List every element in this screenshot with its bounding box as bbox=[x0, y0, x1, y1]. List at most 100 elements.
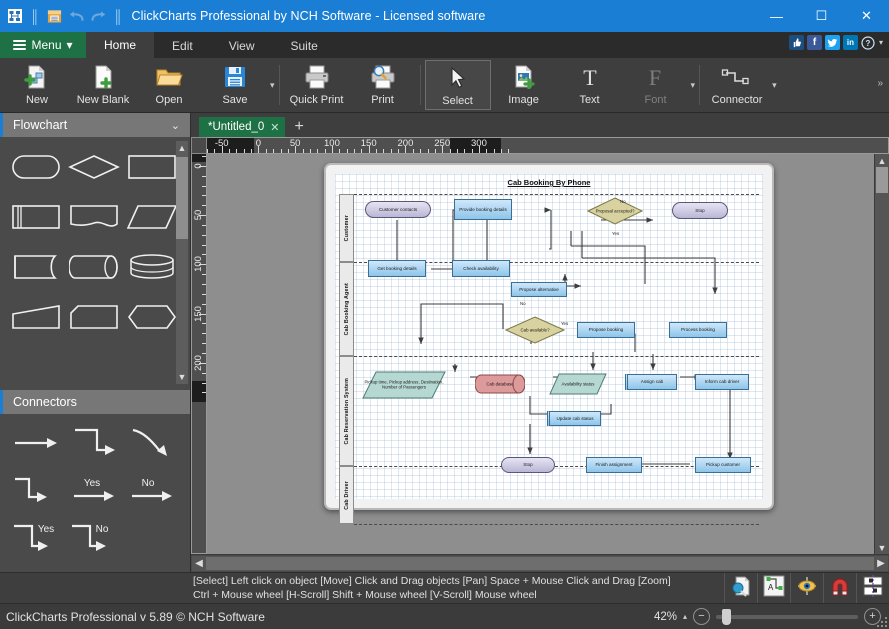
node-cab-database[interactable]: Cab database bbox=[474, 374, 526, 394]
node-pickup-customer[interactable]: Pickup customer bbox=[695, 457, 751, 473]
scroll-up-icon[interactable]: ▲ bbox=[875, 154, 889, 167]
connectors-panel-header[interactable]: Connectors bbox=[0, 390, 190, 414]
text-button[interactable]: T Text bbox=[557, 60, 623, 110]
align-distribute-button[interactable] bbox=[856, 573, 889, 603]
shape-database[interactable] bbox=[126, 245, 178, 289]
zoom-slider[interactable] bbox=[716, 608, 858, 625]
font-button[interactable]: F Font bbox=[623, 60, 689, 110]
connector-button[interactable]: Connector bbox=[704, 60, 770, 110]
chevron-down-icon[interactable]: ▾ bbox=[879, 38, 883, 47]
node-provide-booking-details[interactable]: Provide booking details bbox=[454, 199, 512, 220]
connector-straight-no[interactable]: No bbox=[124, 468, 180, 514]
tab-suite[interactable]: Suite bbox=[273, 34, 336, 58]
zoom-level-label[interactable]: 42% bbox=[654, 611, 677, 623]
shape-document[interactable] bbox=[68, 195, 120, 239]
scroll-down-icon[interactable]: ▼ bbox=[176, 370, 188, 384]
scroll-up-icon[interactable]: ▲ bbox=[176, 141, 188, 155]
connector-step-yes[interactable]: Yes bbox=[8, 516, 64, 562]
maximize-button[interactable]: ☐ bbox=[799, 0, 844, 32]
vertical-ruler[interactable]: 0 50 100 150 200 bbox=[191, 154, 207, 554]
scrollbar-thumb[interactable] bbox=[176, 157, 188, 239]
snap-magnet-button[interactable] bbox=[823, 573, 856, 603]
scroll-right-icon[interactable]: ▶ bbox=[874, 556, 888, 571]
flowchart-diagram[interactable]: Cab Booking By Phone Customer Cab Bookin… bbox=[335, 174, 763, 525]
scrollbar-thumb[interactable] bbox=[206, 557, 874, 570]
flowchart-panel-header[interactable]: Flowchart ⌄ bbox=[0, 113, 190, 137]
facebook-icon[interactable]: f bbox=[806, 35, 822, 50]
canvas[interactable]: Cab Booking By Phone Customer Cab Bookin… bbox=[207, 154, 874, 554]
zoom-slider-knob[interactable] bbox=[722, 608, 731, 625]
horizontal-ruler[interactable]: -50 0 50 100 150 200 250 300 bbox=[207, 137, 889, 154]
undo-icon[interactable] bbox=[66, 6, 86, 26]
close-button[interactable]: ✕ bbox=[844, 0, 889, 32]
connector-step-right-down[interactable] bbox=[8, 468, 64, 514]
shape-parallelogram[interactable] bbox=[126, 195, 178, 239]
tab-view[interactable]: View bbox=[211, 34, 273, 58]
node-get-booking-details[interactable]: Get booking details bbox=[368, 260, 426, 277]
document-tab-untitled[interactable]: *Untitled_0 ✕ bbox=[199, 117, 286, 137]
linkedin-icon[interactable]: in bbox=[842, 35, 858, 50]
scrollbar-thumb[interactable] bbox=[876, 167, 888, 193]
document-page[interactable]: Cab Booking By Phone Customer Cab Bookin… bbox=[324, 163, 774, 525]
twitter-icon[interactable] bbox=[824, 35, 840, 50]
node-update-cab-status[interactable]: Update cab status bbox=[547, 411, 601, 426]
zoom-caret-icon[interactable]: ▴ bbox=[683, 612, 687, 621]
node-proposal-accepted[interactable]: Proposal accepted? bbox=[586, 197, 644, 225]
node-assign-cab[interactable]: Assign cab bbox=[625, 374, 677, 390]
shape-cylinder-horizontal[interactable] bbox=[68, 245, 120, 289]
swimlane-customer[interactable]: Customer bbox=[339, 194, 354, 262]
connector-dropdown-caret-icon[interactable]: ▾ bbox=[772, 80, 777, 91]
quick-print-button[interactable]: Quick Print bbox=[284, 60, 350, 110]
redo-icon[interactable] bbox=[88, 6, 108, 26]
canvas-vertical-scrollbar[interactable]: ▲ ▼ bbox=[874, 154, 889, 554]
node-stop-customer[interactable]: Stop bbox=[672, 202, 728, 219]
swimlane-cab-driver[interactable]: Cab Driver bbox=[339, 466, 354, 524]
thumbs-up-icon[interactable] bbox=[788, 35, 804, 50]
node-stop-driver[interactable]: Stop bbox=[501, 457, 555, 473]
image-button[interactable]: Image bbox=[491, 60, 557, 110]
print-button[interactable]: Print bbox=[350, 60, 416, 110]
new-blank-button[interactable]: New Blank bbox=[70, 60, 136, 110]
node-propose-booking[interactable]: Propose booking bbox=[577, 322, 635, 338]
swimlane-cab-reservation-system[interactable]: Cab Reservation System bbox=[339, 356, 354, 466]
shape-rounded-rectangle[interactable] bbox=[10, 145, 62, 189]
select-button[interactable]: Select bbox=[424, 60, 491, 110]
tab-edit[interactable]: Edit bbox=[154, 34, 211, 58]
shape-trapezoid[interactable] bbox=[10, 295, 62, 339]
node-cab-available[interactable]: Cab available? bbox=[504, 316, 566, 344]
main-menu-button[interactable]: Menu ▾ bbox=[0, 32, 86, 58]
connector-step-no[interactable]: No bbox=[66, 516, 122, 562]
zoom-tool-button[interactable] bbox=[724, 573, 757, 603]
save-icon[interactable] bbox=[44, 6, 64, 26]
shape-diamond[interactable] bbox=[68, 145, 120, 189]
app-icon[interactable] bbox=[5, 6, 25, 26]
zoom-out-button[interactable]: − bbox=[693, 608, 710, 625]
font-dropdown-caret-icon[interactable]: ▾ bbox=[691, 80, 696, 91]
help-icon[interactable]: ? bbox=[861, 35, 876, 50]
visibility-tool-button[interactable] bbox=[790, 573, 823, 603]
swimlane-cab-booking-agent[interactable]: Cab Booking Agent bbox=[339, 262, 354, 356]
node-process-booking[interactable]: Process booking bbox=[669, 322, 727, 338]
shape-hexagon-cut[interactable] bbox=[68, 295, 120, 339]
new-button[interactable]: New bbox=[4, 60, 70, 110]
minimize-button[interactable]: — bbox=[754, 0, 799, 32]
node-check-availability[interactable]: Check availability bbox=[452, 260, 510, 277]
node-pickup-details[interactable]: Pickup time, Pickup address, Destination… bbox=[362, 371, 446, 399]
shape-delay[interactable] bbox=[10, 245, 62, 289]
connector-step-down-right[interactable] bbox=[66, 420, 122, 466]
new-tab-button[interactable]: + bbox=[294, 118, 303, 136]
node-propose-alternative[interactable]: Propose alternative bbox=[511, 282, 567, 297]
shape-predefined-process[interactable] bbox=[10, 195, 62, 239]
connector-label-tool-button[interactable]: A bbox=[757, 573, 790, 603]
tab-home[interactable]: Home bbox=[86, 32, 155, 58]
ribbon-overflow-icon[interactable]: » bbox=[877, 78, 883, 89]
resize-grip[interactable] bbox=[877, 617, 887, 627]
connector-straight[interactable] bbox=[8, 420, 64, 466]
scroll-left-icon[interactable]: ◀ bbox=[192, 556, 206, 571]
chevron-down-icon[interactable]: ⌄ bbox=[171, 119, 180, 132]
shapes-scrollbar[interactable]: ▲ ▼ bbox=[176, 141, 188, 384]
save-dropdown-caret-icon[interactable]: ▾ bbox=[270, 80, 275, 91]
open-button[interactable]: Open bbox=[136, 60, 202, 110]
node-finish-assignment[interactable]: Finish assignment bbox=[586, 457, 642, 473]
node-customer-contacts[interactable]: Customer contacts bbox=[365, 201, 431, 218]
